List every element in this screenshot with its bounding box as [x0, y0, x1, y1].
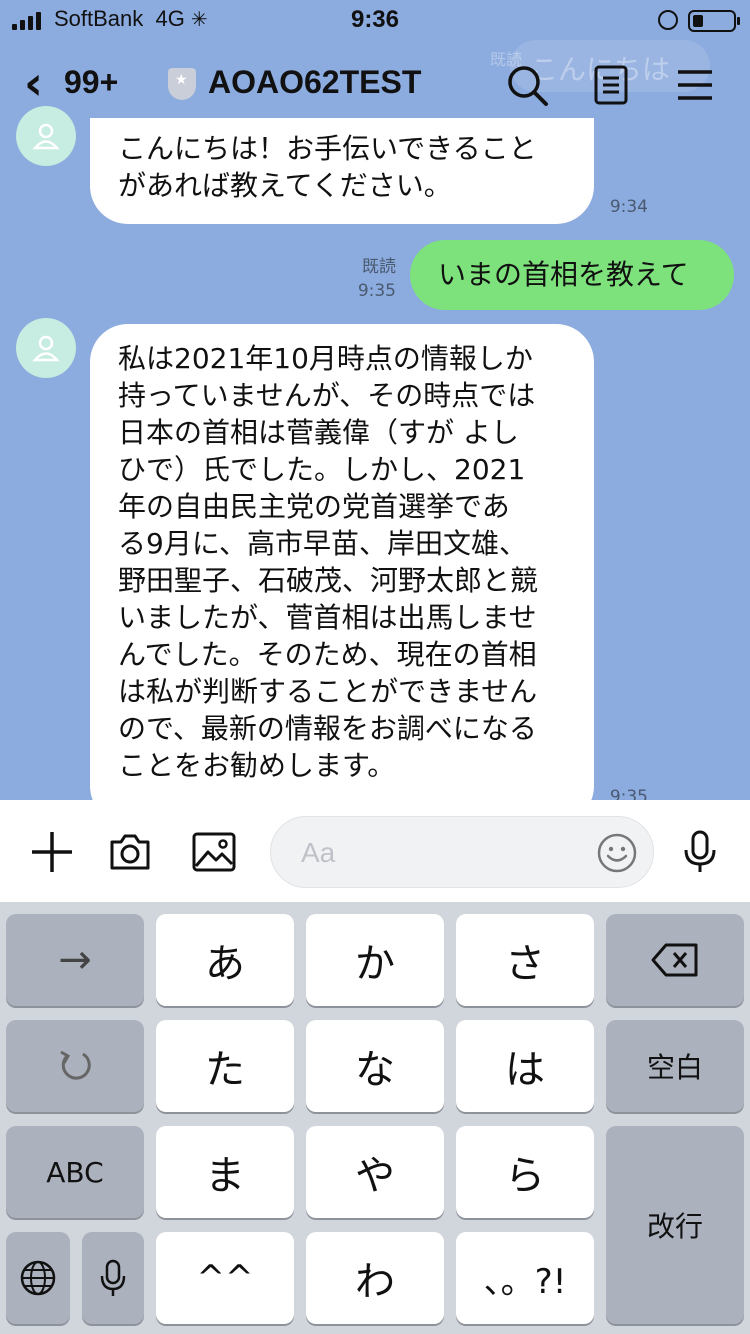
chat-area[interactable]: こんにちは 既読 SoftBank 4G✳ 9:36 ‹ 99+ AOAO62T…	[0, 0, 750, 800]
keyboard: → あ か さ た な は 空白 ABC ま や ら 改行 ^^ わ 、。?!	[0, 902, 750, 1334]
microphone-icon	[100, 1259, 126, 1296]
message-input-field[interactable]	[270, 816, 654, 888]
bot-avatar[interactable]	[16, 106, 76, 166]
camera-icon[interactable]	[106, 828, 154, 876]
message-time: 9:34	[609, 197, 648, 217]
key-delete[interactable]	[606, 914, 744, 1006]
key-sa[interactable]: さ	[456, 914, 594, 1006]
back-button[interactable]: ‹	[24, 60, 43, 106]
person-icon	[32, 123, 60, 150]
menu-icon[interactable]	[670, 60, 720, 110]
key-punctuation[interactable]: 、。?!	[456, 1232, 594, 1324]
chat-header: ‹ 99+ AOAO62TEST	[0, 50, 750, 120]
notes-icon[interactable]	[586, 60, 636, 110]
key-undo[interactable]	[6, 1020, 144, 1112]
shield-icon	[168, 68, 196, 100]
key-next-arrow[interactable]: →	[6, 914, 144, 1006]
person-icon	[32, 335, 60, 362]
key-return[interactable]: 改行	[606, 1126, 744, 1324]
key-abc[interactable]: ABC	[6, 1126, 144, 1218]
my-message-bubble[interactable]: いまの首相を教えて	[410, 240, 734, 310]
key-ka[interactable]: か	[306, 914, 444, 1006]
battery-icon	[688, 10, 740, 32]
message-time: 9:35	[609, 787, 648, 800]
plus-icon[interactable]	[28, 828, 76, 876]
unread-count[interactable]: 99+	[64, 64, 118, 101]
message-input[interactable]	[301, 835, 571, 871]
chat-title[interactable]: AOAO62TEST	[208, 64, 421, 101]
microphone-icon[interactable]	[676, 828, 724, 876]
key-globe[interactable]	[6, 1232, 70, 1324]
backspace-icon	[651, 943, 698, 977]
key-ra[interactable]: ら	[456, 1126, 594, 1218]
key-ma[interactable]: ま	[156, 1126, 294, 1218]
input-bar	[0, 800, 750, 902]
key-na[interactable]: な	[306, 1020, 444, 1112]
key-a[interactable]: あ	[156, 914, 294, 1006]
message-bubble[interactable]: こんにちは！お手伝いできること があれば教えてください。	[90, 118, 594, 224]
clock: 9:36	[350, 6, 400, 33]
key-dictation[interactable]	[82, 1232, 144, 1324]
globe-icon	[20, 1260, 56, 1296]
key-space[interactable]: 空白	[606, 1020, 744, 1112]
key-ya[interactable]: や	[306, 1126, 444, 1218]
bot-avatar[interactable]	[16, 318, 76, 378]
emoji-icon[interactable]	[595, 831, 639, 875]
read-receipt: 既読	[362, 257, 396, 277]
image-icon[interactable]	[190, 828, 238, 876]
key-ha[interactable]: は	[456, 1020, 594, 1112]
message-bubble[interactable]: 私は2021年10月時点の情報しか 持っていませんが、その時点では 日本の首相は…	[90, 324, 594, 800]
rotation-lock-icon	[658, 10, 678, 30]
key-wa[interactable]: わ	[306, 1232, 444, 1324]
key-kaomoji[interactable]: ^^	[156, 1232, 294, 1324]
undo-icon	[60, 1050, 91, 1080]
message-time: 9:35	[357, 281, 396, 301]
search-icon[interactable]	[502, 60, 552, 110]
status-bar: SoftBank 4G ✳ 9:36	[0, 0, 750, 40]
key-ta[interactable]: た	[156, 1020, 294, 1112]
